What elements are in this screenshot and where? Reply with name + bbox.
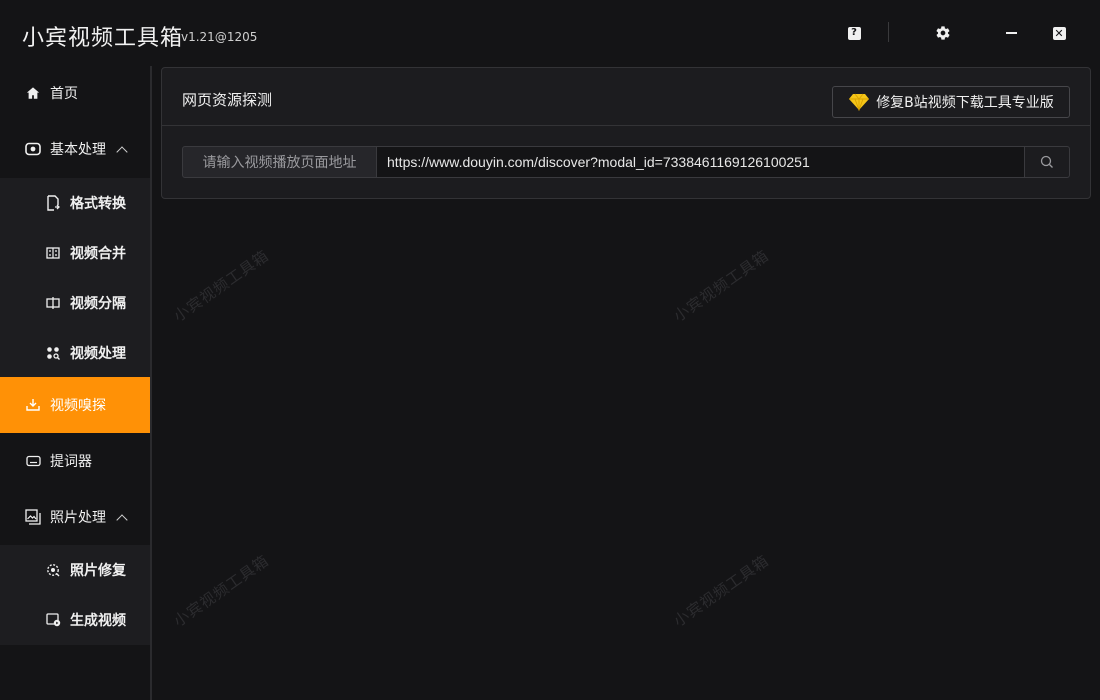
sidebar-item-label: 视频合并 bbox=[70, 246, 126, 262]
video-icon bbox=[25, 141, 41, 157]
sidebar-item-video-process[interactable]: 视频处理 bbox=[0, 328, 150, 378]
title-bar: 小宾视频工具箱 v1.21@1205 ? ✕ bbox=[0, 0, 1100, 66]
minimize-icon bbox=[1005, 32, 1017, 34]
sidebar-item-label: 首页 bbox=[50, 86, 78, 102]
help-icon: ? bbox=[847, 26, 861, 40]
sidebar-item-label: 生成视频 bbox=[70, 613, 126, 629]
sidebar-item-label: 提词器 bbox=[50, 454, 92, 470]
gear-icon bbox=[936, 26, 950, 40]
sidebar-item-label: 照片处理 bbox=[50, 510, 106, 526]
chevron-up-icon bbox=[116, 145, 128, 158]
merge-icon bbox=[45, 245, 61, 261]
url-prefix-label: 请输入视频播放页面地址 bbox=[182, 146, 377, 178]
app-window: 小宾视频工具箱 v1.21@1205 ? ✕ 首页 基本处理 格式转换 视频合并… bbox=[0, 0, 1100, 700]
sidebar-divider bbox=[150, 66, 152, 700]
sidebar-item-label: 视频嗅探 bbox=[50, 398, 106, 414]
split-icon bbox=[45, 295, 61, 311]
pro-version-label: 修复B站视频下载工具专业版 bbox=[876, 95, 1054, 111]
search-button[interactable] bbox=[1024, 146, 1070, 178]
close-icon: ✕ bbox=[1052, 26, 1066, 40]
home-icon bbox=[25, 85, 41, 101]
titlebar-divider bbox=[888, 22, 889, 42]
app-version: v1.21@1205 bbox=[181, 30, 258, 44]
watermark-text: 小宾视频工具箱 bbox=[670, 246, 773, 326]
chevron-up-icon bbox=[116, 513, 128, 526]
panel-title: 网页资源探测 bbox=[182, 91, 273, 109]
app-title: 小宾视频工具箱 bbox=[22, 26, 184, 51]
pro-version-button[interactable]: 修复B站视频下载工具专业版 bbox=[832, 86, 1070, 118]
keyboard-icon bbox=[25, 453, 41, 469]
minimize-button[interactable] bbox=[1000, 22, 1022, 44]
sidebar-item-basic-processing[interactable]: 基本处理 bbox=[0, 120, 150, 178]
diamond-icon bbox=[849, 93, 870, 111]
panel-header: 网页资源探测 修复B站视频下载工具专业版 bbox=[162, 68, 1090, 126]
sidebar-item-label: 基本处理 bbox=[50, 142, 106, 158]
sidebar: 首页 基本处理 格式转换 视频合并 视频分隔 视频处理 视频嗅探 提词器 照片处… bbox=[0, 66, 150, 700]
sidebar-item-label: 照片修复 bbox=[70, 563, 126, 579]
help-button[interactable]: ? bbox=[843, 22, 865, 44]
sidebar-item-video-split[interactable]: 视频分隔 bbox=[0, 278, 150, 328]
url-input-group: 请输入视频播放页面地址 bbox=[182, 146, 1070, 178]
download-icon bbox=[25, 397, 41, 413]
sidebar-item-label: 视频分隔 bbox=[70, 296, 126, 312]
settings-button[interactable] bbox=[932, 22, 954, 44]
photo-repair-icon bbox=[45, 562, 61, 578]
sidebar-item-photo-repair[interactable]: 照片修复 bbox=[0, 545, 150, 595]
resource-detect-panel: 网页资源探测 修复B站视频下载工具专业版 请输入视频播放页面地址 bbox=[161, 67, 1091, 199]
url-input[interactable] bbox=[377, 146, 1024, 178]
watermark-text: 小宾视频工具箱 bbox=[670, 551, 773, 631]
sidebar-item-home[interactable]: 首页 bbox=[0, 66, 150, 120]
sidebar-item-video-merge[interactable]: 视频合并 bbox=[0, 228, 150, 278]
search-icon bbox=[1040, 155, 1053, 168]
sidebar-item-photo-processing[interactable]: 照片处理 bbox=[0, 489, 150, 545]
sidebar-item-label: 格式转换 bbox=[70, 196, 126, 212]
sidebar-item-teleprompter[interactable]: 提词器 bbox=[0, 433, 150, 489]
process-icon bbox=[45, 345, 61, 361]
photo-to-video-icon bbox=[45, 612, 61, 628]
photos-icon bbox=[25, 509, 41, 525]
sidebar-item-label: 视频处理 bbox=[70, 346, 126, 362]
sidebar-item-format-convert[interactable]: 格式转换 bbox=[0, 178, 150, 228]
watermark-text: 小宾视频工具箱 bbox=[170, 246, 273, 326]
sidebar-item-video-sniff[interactable]: 视频嗅探 bbox=[0, 377, 150, 433]
sidebar-item-generate-video[interactable]: 生成视频 bbox=[0, 595, 150, 645]
close-button[interactable]: ✕ bbox=[1048, 22, 1070, 44]
file-convert-icon bbox=[45, 195, 61, 211]
watermark-text: 小宾视频工具箱 bbox=[170, 551, 273, 631]
